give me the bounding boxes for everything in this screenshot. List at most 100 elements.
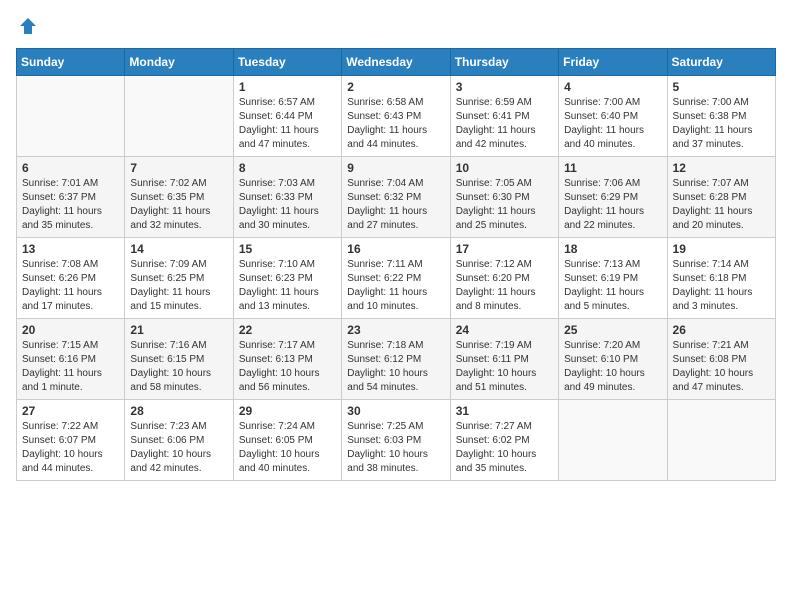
day-cell xyxy=(17,76,125,157)
week-row-3: 13Sunrise: 7:08 AM Sunset: 6:26 PM Dayli… xyxy=(17,238,776,319)
day-info: Sunrise: 7:23 AM Sunset: 6:06 PM Dayligh… xyxy=(130,420,227,476)
day-cell: 7 Sunrise: 7:02 AM Sunset: 6:35 PM Daylig… xyxy=(125,157,233,238)
day-number: 2 xyxy=(347,80,444,94)
day-cell: 8 Sunrise: 7:03 AM Sunset: 6:33 PM Daylig… xyxy=(233,157,341,238)
page-header xyxy=(16,16,776,36)
day-cell: 26 Sunrise: 7:21 AM Sunset: 6:08 PM Dayli… xyxy=(667,319,775,400)
day-number: 15 xyxy=(239,242,336,256)
day-cell: 11 Sunrise: 7:06 AM Sunset: 6:29 PM Dayli… xyxy=(559,157,667,238)
day-info: Sunrise: 7:19 AM Sunset: 6:11 PM Dayligh… xyxy=(456,339,553,395)
day-cell: 19 Sunrise: 7:14 AM Sunset: 6:18 PM Dayli… xyxy=(667,238,775,319)
day-number: 14 xyxy=(130,242,227,256)
day-info: Sunrise: 7:09 AM Sunset: 6:25 PM Dayligh… xyxy=(130,258,227,314)
col-header-wednesday: Wednesday xyxy=(342,49,450,76)
day-number: 4 xyxy=(564,80,661,94)
day-cell: 22 Sunrise: 7:17 AM Sunset: 6:13 PM Dayli… xyxy=(233,319,341,400)
day-info: Sunrise: 7:01 AM Sunset: 6:37 PM Dayligh… xyxy=(22,177,119,233)
day-info: Sunrise: 7:06 AM Sunset: 6:29 PM Dayligh… xyxy=(564,177,661,233)
logo-icon xyxy=(18,16,38,36)
day-number: 12 xyxy=(673,161,770,175)
day-number: 26 xyxy=(673,323,770,337)
day-info: Sunrise: 7:00 AM Sunset: 6:38 PM Dayligh… xyxy=(673,96,770,152)
day-info: Sunrise: 6:58 AM Sunset: 6:43 PM Dayligh… xyxy=(347,96,444,152)
day-number: 9 xyxy=(347,161,444,175)
day-cell: 18Sunrise: 7:13 AM Sunset: 6:19 PM Dayli… xyxy=(559,238,667,319)
day-number: 27 xyxy=(22,404,119,418)
day-info: Sunrise: 7:17 AM Sunset: 6:13 PM Dayligh… xyxy=(239,339,336,395)
col-header-friday: Friday xyxy=(559,49,667,76)
day-number: 21 xyxy=(130,323,227,337)
day-number: 8 xyxy=(239,161,336,175)
day-cell: 31Sunrise: 7:27 AM Sunset: 6:02 PM Dayli… xyxy=(450,400,558,481)
col-header-sunday: Sunday xyxy=(17,49,125,76)
day-info: Sunrise: 7:07 AM Sunset: 6:28 PM Dayligh… xyxy=(673,177,770,233)
col-header-thursday: Thursday xyxy=(450,49,558,76)
day-number: 18 xyxy=(564,242,661,256)
day-info: Sunrise: 7:14 AM Sunset: 6:18 PM Dayligh… xyxy=(673,258,770,314)
week-row-1: 1Sunrise: 6:57 AM Sunset: 6:44 PM Daylig… xyxy=(17,76,776,157)
day-number: 7 xyxy=(130,161,227,175)
day-number: 19 xyxy=(673,242,770,256)
day-number: 16 xyxy=(347,242,444,256)
day-cell: 14 Sunrise: 7:09 AM Sunset: 6:25 PM Dayli… xyxy=(125,238,233,319)
day-info: Sunrise: 7:08 AM Sunset: 6:26 PM Dayligh… xyxy=(22,258,119,314)
day-info: Sunrise: 7:25 AM Sunset: 6:03 PM Dayligh… xyxy=(347,420,444,476)
day-info: Sunrise: 7:27 AM Sunset: 6:02 PM Dayligh… xyxy=(456,420,553,476)
day-cell: 21 Sunrise: 7:16 AM Sunset: 6:15 PM Dayli… xyxy=(125,319,233,400)
day-cell: 3 Sunrise: 6:59 AM Sunset: 6:41 PM Daylig… xyxy=(450,76,558,157)
day-cell xyxy=(667,400,775,481)
day-cell: 24 Sunrise: 7:19 AM Sunset: 6:11 PM Dayli… xyxy=(450,319,558,400)
day-info: Sunrise: 7:16 AM Sunset: 6:15 PM Dayligh… xyxy=(130,339,227,395)
day-number: 22 xyxy=(239,323,336,337)
day-info: Sunrise: 7:24 AM Sunset: 6:05 PM Dayligh… xyxy=(239,420,336,476)
day-number: 3 xyxy=(456,80,553,94)
col-header-tuesday: Tuesday xyxy=(233,49,341,76)
day-cell: 28 Sunrise: 7:23 AM Sunset: 6:06 PM Dayli… xyxy=(125,400,233,481)
day-number: 6 xyxy=(22,161,119,175)
day-number: 29 xyxy=(239,404,336,418)
col-header-saturday: Saturday xyxy=(667,49,775,76)
day-info: Sunrise: 7:02 AM Sunset: 6:35 PM Dayligh… xyxy=(130,177,227,233)
day-number: 17 xyxy=(456,242,553,256)
day-cell: 2 Sunrise: 6:58 AM Sunset: 6:43 PM Daylig… xyxy=(342,76,450,157)
day-number: 30 xyxy=(347,404,444,418)
day-cell: 30 Sunrise: 7:25 AM Sunset: 6:03 PM Dayli… xyxy=(342,400,450,481)
day-cell: 20 Sunrise: 7:15 AM Sunset: 6:16 PM Dayli… xyxy=(17,319,125,400)
day-cell: 13Sunrise: 7:08 AM Sunset: 6:26 PM Dayli… xyxy=(17,238,125,319)
day-cell: 16Sunrise: 7:11 AM Sunset: 6:22 PM Dayli… xyxy=(342,238,450,319)
day-cell: 27 Sunrise: 7:22 AM Sunset: 6:07 PM Dayli… xyxy=(17,400,125,481)
day-cell: 25 Sunrise: 7:20 AM Sunset: 6:10 PM Dayli… xyxy=(559,319,667,400)
day-cell: 23Sunrise: 7:18 AM Sunset: 6:12 PM Dayli… xyxy=(342,319,450,400)
day-info: Sunrise: 7:10 AM Sunset: 6:23 PM Dayligh… xyxy=(239,258,336,314)
day-info: Sunrise: 6:59 AM Sunset: 6:41 PM Dayligh… xyxy=(456,96,553,152)
day-info: Sunrise: 7:03 AM Sunset: 6:33 PM Dayligh… xyxy=(239,177,336,233)
day-info: Sunrise: 7:21 AM Sunset: 6:08 PM Dayligh… xyxy=(673,339,770,395)
day-cell: 1Sunrise: 6:57 AM Sunset: 6:44 PM Daylig… xyxy=(233,76,341,157)
day-cell: 9 Sunrise: 7:04 AM Sunset: 6:32 PM Daylig… xyxy=(342,157,450,238)
day-number: 25 xyxy=(564,323,661,337)
day-info: Sunrise: 7:00 AM Sunset: 6:40 PM Dayligh… xyxy=(564,96,661,152)
week-row-4: 20 Sunrise: 7:15 AM Sunset: 6:16 PM Dayli… xyxy=(17,319,776,400)
day-info: Sunrise: 7:22 AM Sunset: 6:07 PM Dayligh… xyxy=(22,420,119,476)
day-info: Sunrise: 7:12 AM Sunset: 6:20 PM Dayligh… xyxy=(456,258,553,314)
week-row-5: 27 Sunrise: 7:22 AM Sunset: 6:07 PM Dayli… xyxy=(17,400,776,481)
day-number: 1 xyxy=(239,80,336,94)
day-number: 24 xyxy=(456,323,553,337)
day-info: Sunrise: 7:18 AM Sunset: 6:12 PM Dayligh… xyxy=(347,339,444,395)
day-number: 28 xyxy=(130,404,227,418)
day-number: 20 xyxy=(22,323,119,337)
day-cell: 6 Sunrise: 7:01 AM Sunset: 6:37 PM Daylig… xyxy=(17,157,125,238)
day-info: Sunrise: 7:04 AM Sunset: 6:32 PM Dayligh… xyxy=(347,177,444,233)
day-number: 10 xyxy=(456,161,553,175)
day-info: Sunrise: 7:15 AM Sunset: 6:16 PM Dayligh… xyxy=(22,339,119,395)
col-header-monday: Monday xyxy=(125,49,233,76)
logo xyxy=(16,16,38,36)
day-cell: 17 Sunrise: 7:12 AM Sunset: 6:20 PM Dayli… xyxy=(450,238,558,319)
day-info: Sunrise: 7:20 AM Sunset: 6:10 PM Dayligh… xyxy=(564,339,661,395)
day-cell: 15 Sunrise: 7:10 AM Sunset: 6:23 PM Dayli… xyxy=(233,238,341,319)
calendar-table: SundayMondayTuesdayWednesdayThursdayFrid… xyxy=(16,48,776,481)
day-number: 11 xyxy=(564,161,661,175)
day-number: 5 xyxy=(673,80,770,94)
day-cell xyxy=(559,400,667,481)
day-cell: 10Sunrise: 7:05 AM Sunset: 6:30 PM Dayli… xyxy=(450,157,558,238)
